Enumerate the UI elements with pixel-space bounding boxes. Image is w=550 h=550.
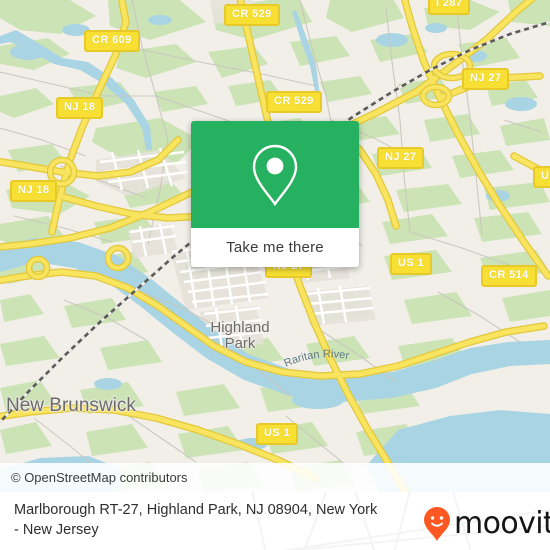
road-shield-nj-18-north: NJ 18 [56,97,104,119]
road-shield-nj-18-west: NJ 18 [10,180,58,202]
card-icon-area [191,121,359,228]
map-attribution-bar: © OpenStreetMap contributors [0,463,550,492]
road-shield-nj-27-mid: NJ 27 [377,147,425,169]
moovit-wordmark: moovit [454,506,550,541]
road-shield-cr-529-south: CR 529 [266,91,322,113]
road-shield-nj-27-northeast: NJ 27 [462,68,510,90]
road-shield-cr-529-north: CR 529 [224,4,280,26]
location-address: Marlborough RT-27, Highland Park, NJ 089… [14,502,378,538]
road-shield-us-right-edge: US [533,166,550,188]
road-shield-us-1-south: US 1 [256,423,299,445]
road-shield-us-1-east: US 1 [390,253,433,275]
place-label-new-brunswick: New Brunswick [6,395,136,416]
take-me-there-button[interactable]: Take me there [191,228,359,267]
take-me-there-label: Take me there [226,239,324,256]
moovit-logo[interactable]: moovit [423,506,550,542]
moovit-smiley-pin-icon [424,507,450,541]
place-label-highland-park: Highland Park [210,319,270,352]
osm-attribution-text[interactable]: © OpenStreetMap contributors [11,470,188,485]
location-pin-icon [252,144,298,206]
footer-bar: Marlborough RT-27, Highland Park, NJ 089… [0,492,550,550]
map-canvas[interactable]: Raritan River Highland Park New Brunswic… [0,0,550,492]
location-info-card[interactable]: Take me there [191,121,359,267]
road-shield-i-287: I 287 [428,0,471,15]
road-shield-cr-514: CR 514 [481,265,537,287]
map-screenshot: Raritan River Highland Park New Brunswic… [0,0,550,550]
road-shield-cr-609: CR 609 [84,30,140,52]
